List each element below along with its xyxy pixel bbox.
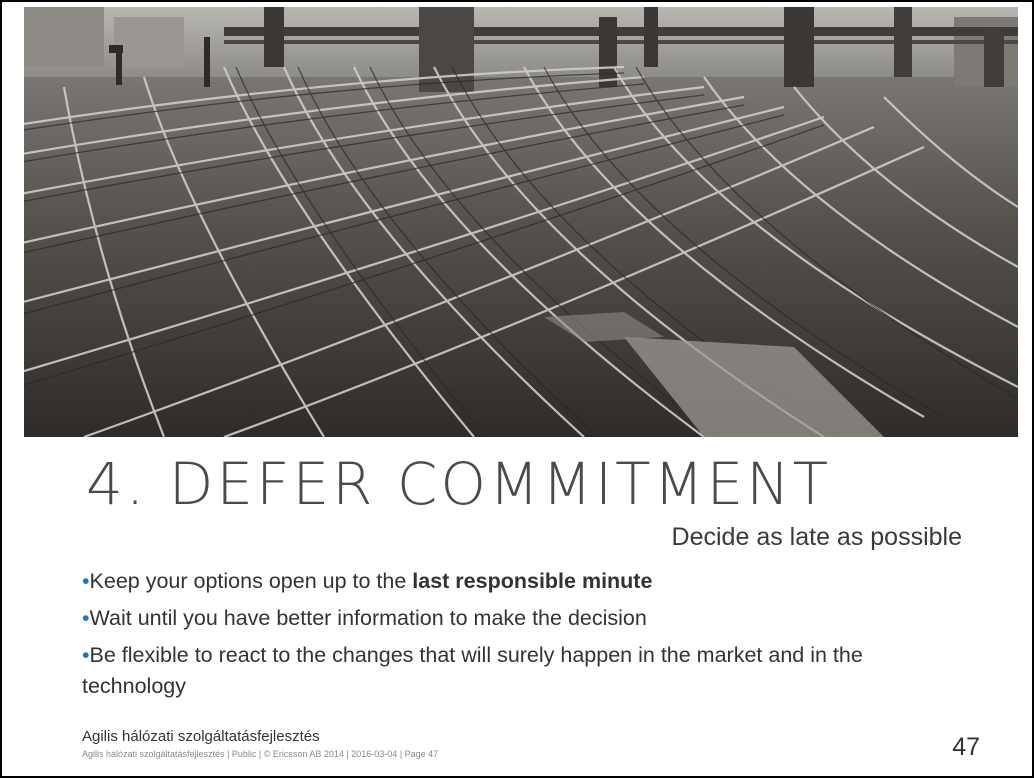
bullet-item: •Be flexible to react to the changes tha… [82, 640, 962, 702]
page-number: 47 [952, 733, 980, 761]
footer-title: Agilis hálózati szolgáltatásfejlesztés [82, 728, 320, 745]
slide-subtitle: Decide as late as possible [671, 523, 962, 551]
bullet-text: Keep your options open up to the [89, 569, 413, 593]
bullet-icon: • [82, 569, 90, 593]
footer-meta: Agilis hálózati szolgáltatásfejlesztés |… [82, 749, 439, 759]
bullet-icon: • [82, 606, 90, 630]
bullet-text: Be flexible to react to the changes that… [82, 643, 863, 698]
bullet-list: •Keep your options open up to the last r… [82, 566, 962, 708]
slide: 4. DEFER COMMITMENT Decide as late as po… [0, 0, 1034, 778]
bullet-text: Wait until you have better information t… [89, 606, 647, 630]
slide-title: 4. DEFER COMMITMENT [86, 450, 832, 518]
bullet-icon: • [82, 643, 90, 667]
bullet-emphasis: last responsible minute [412, 569, 653, 593]
bullet-item: •Wait until you have better information … [82, 603, 962, 634]
bullet-item: •Keep your options open up to the last r… [82, 566, 962, 597]
railway-tracks-photo [24, 7, 1018, 437]
